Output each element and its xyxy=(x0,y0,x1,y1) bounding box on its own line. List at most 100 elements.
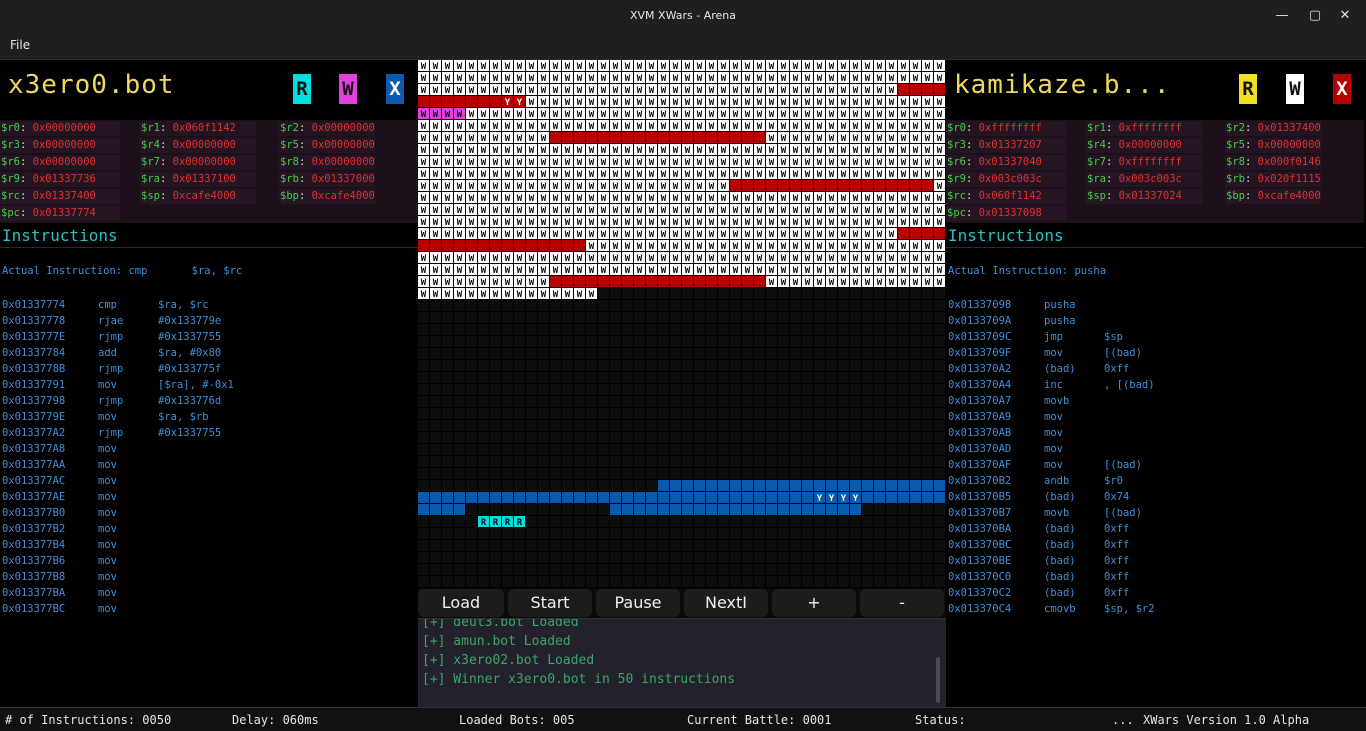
arena-cell xyxy=(682,408,693,419)
arena-cell xyxy=(670,432,681,443)
arena-cell xyxy=(742,576,753,587)
arena-cell xyxy=(814,576,825,587)
speed-up-button[interactable]: + xyxy=(772,589,856,617)
arena-cell xyxy=(898,348,909,359)
arena-cell xyxy=(586,504,597,515)
arena-cell xyxy=(538,336,549,347)
arena-cell xyxy=(418,480,429,491)
register-name: $r7 xyxy=(1087,156,1106,168)
arena-cell xyxy=(670,300,681,311)
arena-cell xyxy=(814,564,825,575)
arena-cell-glyph: W xyxy=(589,110,595,120)
arena-cell-glyph: W xyxy=(757,122,763,132)
arena-cell-glyph: W xyxy=(505,170,511,180)
arena-cell-glyph: W xyxy=(709,170,715,180)
arena-cell-glyph: W xyxy=(757,206,763,216)
menu-file[interactable]: File xyxy=(10,38,30,52)
arena-cell-glyph: W xyxy=(421,170,427,180)
arena-cell xyxy=(646,276,657,287)
arena-cell xyxy=(706,468,717,479)
arena-cell xyxy=(466,444,477,455)
arena-cell xyxy=(478,384,489,395)
arena-cell-glyph: W xyxy=(529,62,535,72)
arena-cell xyxy=(442,96,453,107)
arena-cell-glyph: W xyxy=(769,110,775,120)
arena-cell xyxy=(658,444,669,455)
arena-cell-glyph: W xyxy=(925,62,931,72)
arena-cell-glyph: W xyxy=(853,230,859,240)
arena-cell xyxy=(778,408,789,419)
arena-cell xyxy=(922,312,933,323)
log-line: [+] x3ero02.bot Loaded xyxy=(422,653,595,668)
arena-cell xyxy=(934,540,945,551)
arena-cell xyxy=(898,540,909,551)
console-scrollbar[interactable] xyxy=(936,657,940,703)
arena-cell xyxy=(898,372,909,383)
arena-cell-glyph: W xyxy=(805,62,811,72)
register-name: $r3 xyxy=(947,139,966,151)
arena-cell-glyph: W xyxy=(565,230,571,240)
register-rc: $rc: 0x060f1142 xyxy=(947,190,1042,202)
speed-down-button[interactable]: - xyxy=(860,589,944,617)
close-icon[interactable]: ✕ xyxy=(1335,6,1355,26)
arena-cell xyxy=(622,576,633,587)
arena-cell-glyph: W xyxy=(793,158,799,168)
next-instruction-button[interactable]: NextI xyxy=(684,589,768,617)
arena-cell-glyph: W xyxy=(829,194,835,204)
arena-cell-glyph: W xyxy=(469,62,475,72)
arena-cell-glyph: W xyxy=(469,254,475,264)
arena-cell xyxy=(526,492,537,503)
arena-cell xyxy=(502,564,513,575)
instruction-args: #0x133779e xyxy=(158,315,222,327)
arena-cell-glyph: W xyxy=(637,158,643,168)
arena-cell-glyph: W xyxy=(817,98,823,108)
load-button[interactable]: Load xyxy=(418,589,504,617)
arena-cell xyxy=(514,348,525,359)
arena-cell xyxy=(790,420,801,431)
arena-cell xyxy=(526,300,537,311)
arena-cell xyxy=(562,360,573,371)
arena-cell xyxy=(802,360,813,371)
arena-cell xyxy=(790,456,801,467)
arena-cell xyxy=(442,360,453,371)
arena-cell-glyph: W xyxy=(469,74,475,84)
log-console[interactable]: [+] deut3.bot Loaded [+] amun.bot Loaded… xyxy=(418,618,946,707)
arena-cell xyxy=(538,444,549,455)
arena-cell-glyph: W xyxy=(529,266,535,276)
arena-cell-glyph: W xyxy=(613,206,619,216)
arena-cell-glyph: W xyxy=(733,74,739,84)
maximize-icon[interactable]: ▢ xyxy=(1305,6,1325,26)
arena-cell xyxy=(718,348,729,359)
arena-cell-glyph: W xyxy=(433,194,439,204)
register-ra: $ra: 0x003c003c xyxy=(1087,173,1182,185)
arena-cell-glyph: W xyxy=(421,62,427,72)
start-button[interactable]: Start xyxy=(508,589,592,617)
arena-cell xyxy=(862,492,873,503)
arena-cell-glyph: W xyxy=(829,158,835,168)
minimize-icon[interactable]: — xyxy=(1272,6,1292,26)
register-name: $ra xyxy=(141,173,160,185)
status-ellipsis: ... xyxy=(1112,713,1134,727)
arena-cell xyxy=(658,492,669,503)
arena-cell xyxy=(478,408,489,419)
arena-cell xyxy=(442,468,453,479)
arena-cell-glyph: W xyxy=(517,218,523,228)
arena-cell-glyph: W xyxy=(433,110,439,120)
arena-cell xyxy=(862,564,873,575)
right-bot-panel: kamikaze.b... R W X $r0: 0xffffffff $r1: … xyxy=(946,60,1364,706)
arena-cell xyxy=(574,576,585,587)
register-r0: $r0: 0x00000000 xyxy=(1,122,96,134)
arena-cell-glyph: W xyxy=(505,266,511,276)
arena-cell-glyph: W xyxy=(685,242,691,252)
arena-cell xyxy=(670,384,681,395)
pause-button[interactable]: Pause xyxy=(596,589,680,617)
arena-cell-glyph: W xyxy=(889,110,895,120)
arena-cell-glyph: W xyxy=(841,62,847,72)
arena-cell xyxy=(838,456,849,467)
arena-cell xyxy=(802,552,813,563)
arena-cell xyxy=(562,396,573,407)
arena-cell xyxy=(418,576,429,587)
arena-cell xyxy=(646,132,657,143)
arena-cell xyxy=(586,132,597,143)
arena-cell xyxy=(526,540,537,551)
